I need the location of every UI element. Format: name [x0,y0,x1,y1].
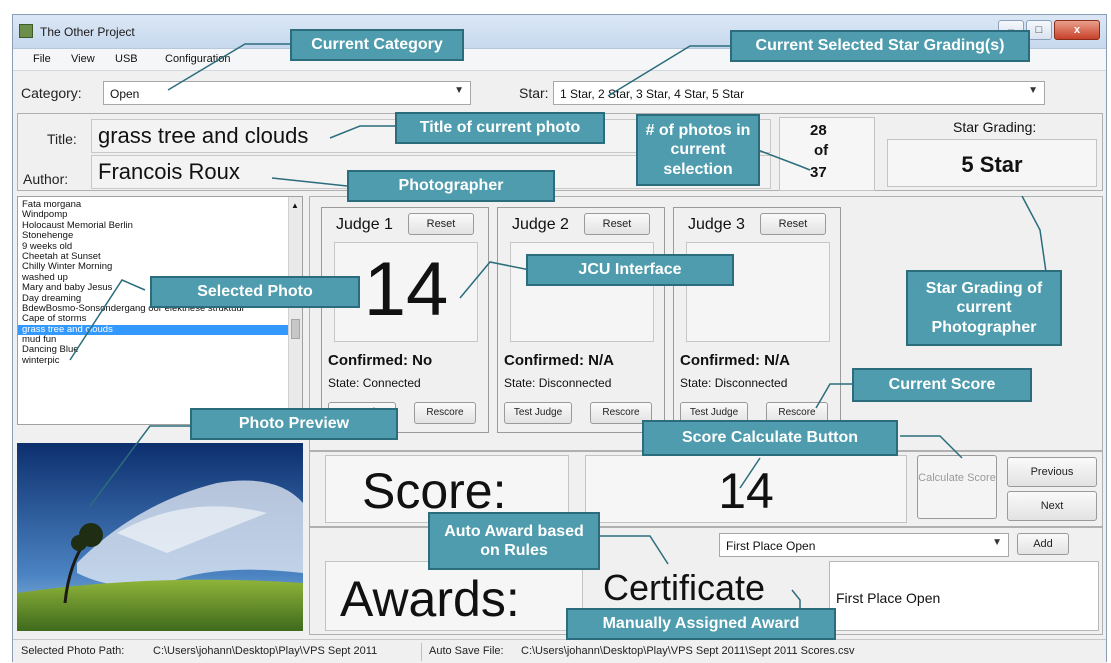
connector-selected [69,279,146,361]
connector-stargrade [1021,195,1047,273]
connector-category [167,43,290,91]
connector-preview [89,425,190,507]
connector-counter [757,149,811,171]
callout-photographer: Photographer [347,170,555,202]
callout-star-grading-photographer: Star Grading of current Photographer [906,270,1062,346]
callout-num-photos: # of photos in current selection [636,114,760,186]
callout-current-category: Current Category [290,29,464,61]
connector-star [607,45,730,97]
connector-calc2 [739,457,761,489]
connector-photographer [271,177,348,187]
connector-calc [900,435,963,459]
connector-score [815,383,852,409]
callout-manual-award: Manually Assigned Award [566,608,836,640]
connector-jcu [459,261,531,299]
callout-current-score: Current Score [852,368,1032,402]
callout-auto-award: Auto Award based on Rules [428,512,600,570]
connector-auto [600,535,669,565]
callout-title-current-photo: Title of current photo [395,112,605,144]
callout-score-calc-button: Score Calculate Button [642,420,898,456]
callout-photo-preview: Photo Preview [190,408,398,440]
callout-current-star: Current Selected Star Grading(s) [730,30,1030,62]
callout-jcu-interface: JCU Interface [526,254,734,286]
callout-selected-photo: Selected Photo [150,276,360,308]
connector-title [329,125,395,139]
